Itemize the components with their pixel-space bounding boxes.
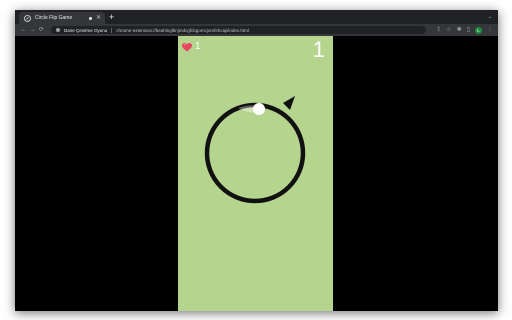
game-board (204, 96, 306, 204)
reload-button[interactable]: ⟳ (37, 24, 46, 36)
audio-indicator-icon (88, 16, 92, 20)
bookmark-star-icon[interactable]: ☆ (446, 24, 451, 36)
tab-circle-flip-game[interactable]: Circle Flip Game ✕ (19, 12, 105, 24)
close-icon[interactable]: ✕ (96, 15, 101, 21)
toolbar-actions: ⇪ ☆ ✱ ▯ L ⋮ (436, 24, 493, 36)
tab-title: Circle Flip Game (35, 15, 73, 21)
browser-window: Circle Flip Game ✕ + ⌄ ← → ⟳ Daire Çevir… (15, 10, 498, 311)
profile-avatar[interactable]: L (475, 26, 482, 34)
extension-icon (56, 28, 60, 32)
side-panel-icon[interactable]: ▯ (467, 24, 470, 36)
tab-strip: Circle Flip Game ✕ + ⌄ (15, 10, 498, 24)
omnibox-divider (111, 27, 113, 33)
address-bar[interactable]: Daire Çevirme Oyunu chrome-extension://b… (51, 26, 426, 34)
back-button[interactable]: ← (19, 24, 28, 36)
new-tab-button[interactable]: + (109, 11, 114, 23)
globe-icon (24, 14, 31, 22)
more-menu-icon[interactable]: ⋮ (487, 24, 493, 36)
ring-circle[interactable] (204, 102, 306, 204)
page-viewport: 1 1 (15, 36, 498, 311)
share-icon[interactable]: ⇪ (436, 24, 441, 36)
forward-button[interactable]: → (28, 24, 37, 36)
player-ball (253, 103, 265, 115)
extensions-puzzle-icon[interactable]: ✱ (457, 24, 462, 36)
browser-toolbar: ← → ⟳ Daire Çevirme Oyunu chrome-extensi… (15, 24, 498, 36)
tab-search-button[interactable]: ⌄ (488, 13, 492, 21)
url-text[interactable]: chrome-extension://beahlnglbnjmdcgfcbgom… (116, 28, 249, 33)
site-label: Daire Çevirme Oyunu (64, 27, 108, 33)
spike-obstacle (283, 96, 295, 110)
game-canvas[interactable]: 1 1 (178, 36, 333, 311)
